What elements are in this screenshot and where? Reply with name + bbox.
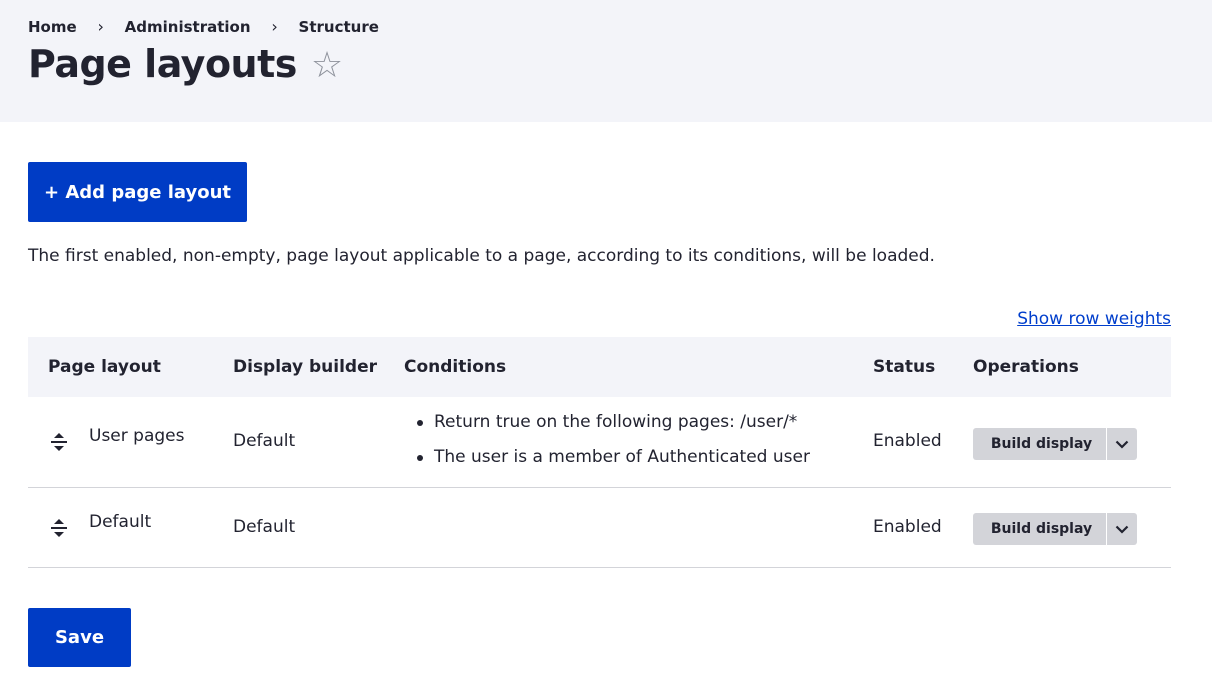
column-header-status: Status [873, 357, 936, 377]
add-page-layout-button[interactable]: + Add page layout [28, 162, 247, 222]
title-row: Page layouts ☆ [28, 42, 343, 86]
column-header-page-layout: Page layout [48, 357, 161, 377]
page-description: The first enabled, non-empty, page layou… [28, 246, 935, 266]
drag-handle-icon[interactable] [50, 432, 68, 452]
condition-item: Return true on the following pages: /use… [404, 405, 810, 440]
page-layouts-table: Page layout Display builder Conditions S… [28, 337, 1171, 568]
breadcrumb-structure[interactable]: Structure [299, 18, 379, 36]
operations-dropbutton: Build display [973, 513, 1137, 545]
table-header: Page layout Display builder Conditions S… [28, 337, 1171, 397]
status-value: Enabled [873, 517, 942, 537]
display-builder-value: Default [233, 431, 296, 451]
breadcrumb-administration[interactable]: Administration [125, 18, 251, 36]
breadcrumb-home[interactable]: Home [28, 18, 77, 36]
breadcrumb-separator: › [97, 17, 104, 36]
page-layout-name: Default [89, 512, 152, 532]
table-row: Default Default Enabled Build display [28, 488, 1171, 568]
status-value: Enabled [873, 431, 942, 451]
star-icon[interactable]: ☆ [311, 48, 343, 84]
build-display-button[interactable]: Build display [973, 428, 1107, 460]
column-header-conditions: Conditions [404, 357, 507, 377]
conditions-list: Return true on the following pages: /use… [404, 405, 810, 475]
page-title: Page layouts [28, 42, 297, 86]
show-row-weights-link[interactable]: Show row weights [1017, 309, 1171, 329]
breadcrumb: Home › Administration › Structure [28, 17, 379, 36]
page-header: Home › Administration › Structure Page l… [0, 0, 1212, 122]
chevron-down-icon[interactable] [1107, 513, 1137, 545]
column-header-operations: Operations [973, 357, 1079, 377]
operations-dropbutton: Build display [973, 428, 1137, 460]
drag-handle-icon[interactable] [50, 518, 68, 538]
condition-item: The user is a member of Authenticated us… [404, 440, 810, 475]
table-row: User pages Default Return true on the fo… [28, 397, 1171, 488]
page-layout-name: User pages [89, 426, 185, 446]
build-display-button[interactable]: Build display [973, 513, 1107, 545]
column-header-display-builder: Display builder [233, 357, 378, 377]
display-builder-value: Default [233, 517, 296, 537]
save-button[interactable]: Save [28, 608, 131, 667]
chevron-down-icon[interactable] [1107, 428, 1137, 460]
breadcrumb-separator: › [271, 17, 278, 36]
